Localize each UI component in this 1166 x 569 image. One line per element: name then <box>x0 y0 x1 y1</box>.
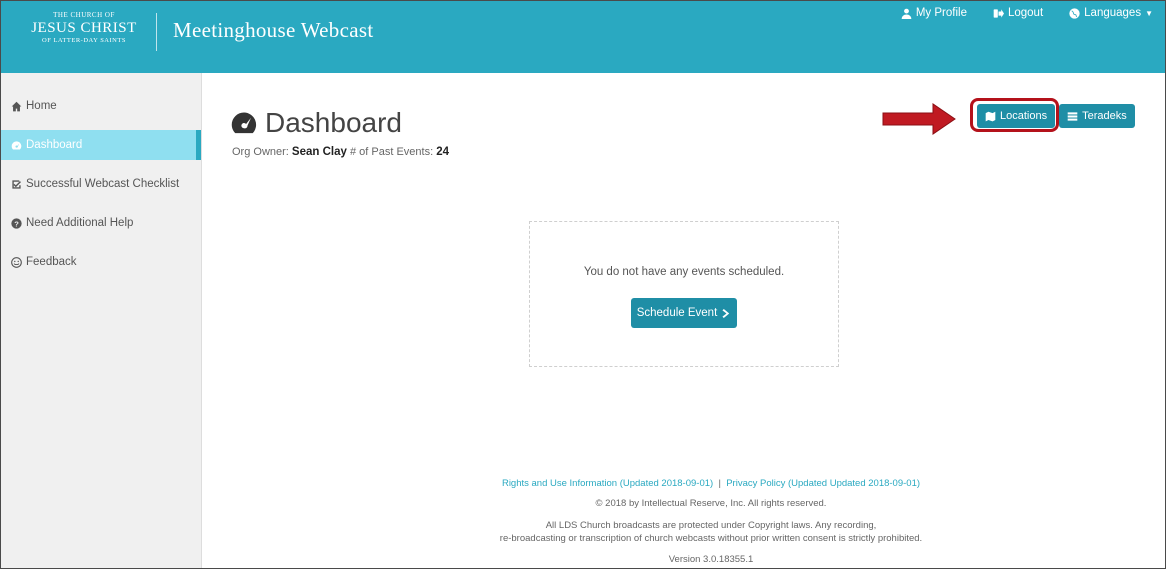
rights-link[interactable]: Rights and Use Information (Updated 2018… <box>502 478 713 489</box>
languages-dropdown[interactable]: Languages ▼ <box>1069 7 1153 19</box>
question-circle-icon: ? <box>11 217 22 229</box>
globe-icon <box>1069 7 1080 19</box>
my-profile-label: My Profile <box>915 7 967 19</box>
chevron-right-icon <box>722 308 730 318</box>
sidebar-item-label: Feedback <box>26 256 77 268</box>
languages-label: Languages <box>1084 7 1142 19</box>
red-arrow-annotation <box>882 103 956 135</box>
logo-line-1: THE CHURCH OF <box>53 11 115 19</box>
logo-line-2: JESUS CHRIST <box>31 20 137 36</box>
org-owner-label: Org Owner: <box>232 146 289 158</box>
locations-label: Locations <box>1000 110 1048 122</box>
logo-line-3: OF LATTER-DAY SAINTS <box>42 37 126 44</box>
church-logo[interactable]: THE CHURCH OF JESUS CHRIST OF LATTER-DAY… <box>19 11 149 55</box>
logo-divider <box>156 13 157 51</box>
sidebar-item-help[interactable]: ? Need Additional Help <box>1 208 201 238</box>
user-icon <box>901 8 912 19</box>
list-icon <box>1067 111 1078 121</box>
header-button-group: Locations Teradeks <box>977 104 1135 128</box>
my-profile-link[interactable]: My Profile <box>901 7 967 19</box>
footer-version: Version 3.0.18355.1 <box>668 554 754 565</box>
page-title-text: Dashboard <box>265 107 402 138</box>
empty-events-message: You do not have any events scheduled. <box>583 266 785 278</box>
footer-copyright: © 2018 by Intellectual Reserve, Inc. All… <box>595 498 827 509</box>
sidebar-item-label: Successful Webcast Checklist <box>26 178 180 190</box>
schedule-event-label: Schedule Event <box>636 307 718 319</box>
map-icon <box>985 111 996 121</box>
footer-separator: | <box>718 478 721 489</box>
past-events-value: 24 <box>436 146 449 158</box>
teradeks-label: Teradeks <box>1082 110 1127 122</box>
empty-events-panel: You do not have any events scheduled. Sc… <box>529 221 839 367</box>
sidebar-item-label: Dashboard <box>26 139 83 151</box>
sidebar-item-dashboard[interactable]: Dashboard <box>1 130 201 160</box>
sign-out-icon <box>993 8 1004 18</box>
sidebar-item-home[interactable]: Home <box>1 91 201 121</box>
sidebar-item-checklist[interactable]: Successful Webcast Checklist <box>1 169 201 199</box>
schedule-event-button[interactable]: Schedule Event <box>631 298 737 328</box>
footer-notice-line-2: re-broadcasting or transcription of chur… <box>499 533 923 544</box>
caret-down-icon: ▼ <box>1145 8 1153 18</box>
sidebar-item-feedback[interactable]: Feedback <box>1 247 201 277</box>
home-icon <box>11 101 22 111</box>
org-owner-value: Sean Clay <box>291 146 347 158</box>
footer-notice: All LDS Church broadcasts are protected … <box>361 519 1061 545</box>
org-info: Org Owner: Sean Clay # of Past Events: 2… <box>232 146 449 158</box>
page-title: Dashboard <box>230 107 402 139</box>
teradeks-button[interactable]: Teradeks <box>1059 104 1135 128</box>
svg-text:?: ? <box>14 219 19 228</box>
app-title: Meetinghouse Webcast <box>173 18 374 42</box>
past-events-label: # of Past Events: <box>349 146 434 158</box>
sidebar-item-label: Need Additional Help <box>26 217 134 229</box>
top-header: THE CHURCH OF JESUS CHRIST OF LATTER-DAY… <box>1 1 1165 73</box>
smile-icon <box>11 256 22 268</box>
checkbox-icon <box>12 179 21 189</box>
sidebar-item-label: Home <box>26 100 57 112</box>
logout-label: Logout <box>1007 7 1044 19</box>
sidebar: Home Dashboard Successful Webcast Checkl… <box>1 73 202 568</box>
dashboard-icon <box>11 140 22 149</box>
footer-links: Rights and Use Information (Updated 2018… <box>361 478 1061 489</box>
locations-button[interactable]: Locations <box>977 104 1056 128</box>
top-nav: My Profile Logout Languages ▼ <box>901 7 1153 19</box>
privacy-link[interactable]: Privacy Policy (Updated Updated 2018-09-… <box>726 478 920 489</box>
logout-link[interactable]: Logout <box>993 7 1043 19</box>
dashboard-icon <box>231 112 257 134</box>
footer-notice-line-1: All LDS Church broadcasts are protected … <box>545 520 877 531</box>
